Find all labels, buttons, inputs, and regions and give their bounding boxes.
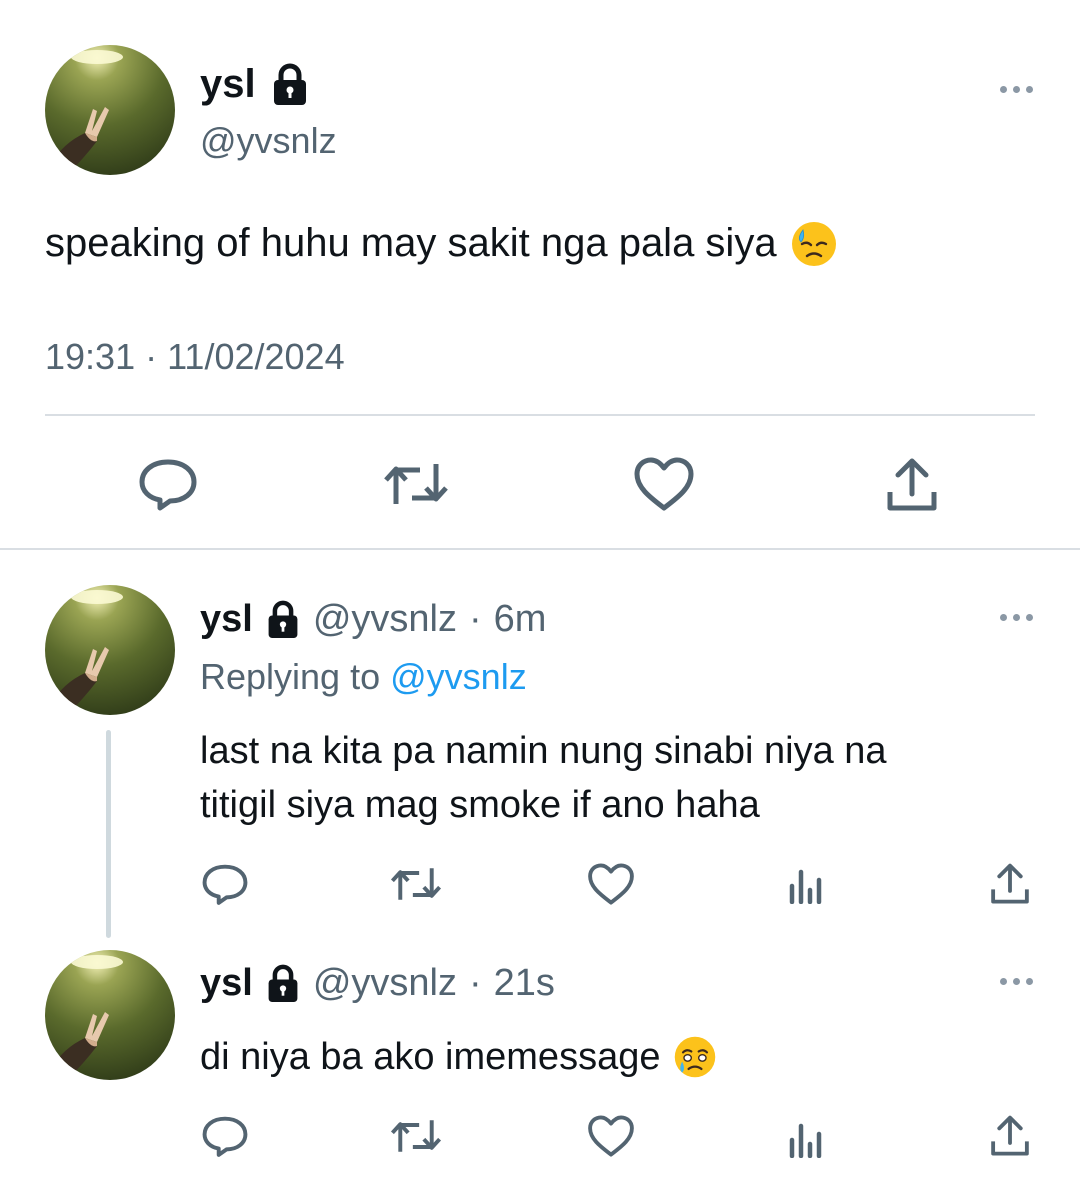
retweet-icon [390,1120,442,1152]
avatar[interactable] [45,950,175,1080]
views-icon [789,869,822,904]
retweet-icon [390,868,442,900]
retweet-button[interactable] [388,862,444,906]
more-icon[interactable] [1000,614,1033,621]
reply-button[interactable] [136,456,200,512]
more-icon[interactable] [1000,978,1033,985]
author-name[interactable]: ysl [200,62,310,107]
like-icon [588,863,634,905]
like-button[interactable] [632,456,696,512]
separator-dot: · [468,962,482,1004]
share-icon [887,458,937,511]
retweet-button[interactable] [388,1114,444,1158]
face-holding-back-tears-icon [672,1034,718,1080]
retweet-icon [384,464,448,504]
views-icon [789,1123,822,1158]
author-handle[interactable]: @yvsnlz [200,120,337,162]
display-name[interactable]: ysl [200,962,253,1005]
reply-text-line: last na kita pa namin nung sinabi niya n… [200,730,887,772]
share-button[interactable] [986,1112,1034,1160]
like-button[interactable] [586,1114,636,1158]
share-icon [991,863,1029,904]
reply-icon [202,1116,248,1157]
tweet-timestamp[interactable]: 19:31 · 11/02/2024 [45,336,345,378]
tweet-text: speaking of huhu may sakit nga pala siya [45,218,839,268]
display-name[interactable]: ysl [200,598,253,641]
lock-icon [270,63,310,107]
share-button[interactable] [986,860,1034,908]
more-icon[interactable] [1000,86,1033,93]
reply-body: di niya ba ako imemessage [200,1036,661,1078]
reply-time[interactable]: 6m [494,598,547,641]
reply-button[interactable] [200,862,250,906]
lock-icon [265,600,301,640]
author-handle[interactable]: @yvsnlz [313,598,457,641]
reply-text: di niya ba ako imemessage [200,1030,718,1084]
display-name: ysl [200,62,256,106]
reply-icon [139,459,197,511]
like-icon [634,457,694,511]
replying-to: Replying to @yvsnlz [200,656,527,698]
like-icon [588,1115,634,1157]
share-button[interactable] [880,456,944,514]
reply-text: last na kita pa namin nung sinabi niya n… [200,724,887,832]
tweet-body: speaking of huhu may sakit nga pala siya [45,220,777,265]
divider [45,414,1035,416]
share-icon [991,1115,1029,1156]
reply-text-line: titigil siya mag smoke if ano haha [200,784,760,826]
divider [0,548,1080,550]
avatar[interactable] [45,45,175,175]
replying-prefix: Replying to [200,656,381,697]
avatar[interactable] [45,585,175,715]
reply-header: ysl @yvsnlz · 6m [200,598,546,641]
reply-button[interactable] [200,1114,250,1158]
views-button[interactable] [784,1116,828,1160]
author-handle[interactable]: @yvsnlz [313,962,457,1005]
retweet-button[interactable] [382,456,450,512]
reply-icon [202,864,248,905]
like-button[interactable] [586,862,636,906]
reply-time[interactable]: 21s [494,962,555,1005]
reply-header: ysl @yvsnlz · 21s [200,962,555,1005]
lock-icon [265,964,301,1004]
thread-line [106,730,111,938]
separator-dot: · [468,598,482,640]
downcast-face-with-sweat-icon [789,218,839,268]
replying-to-link[interactable]: @yvsnlz [390,656,527,697]
views-button[interactable] [784,862,828,906]
